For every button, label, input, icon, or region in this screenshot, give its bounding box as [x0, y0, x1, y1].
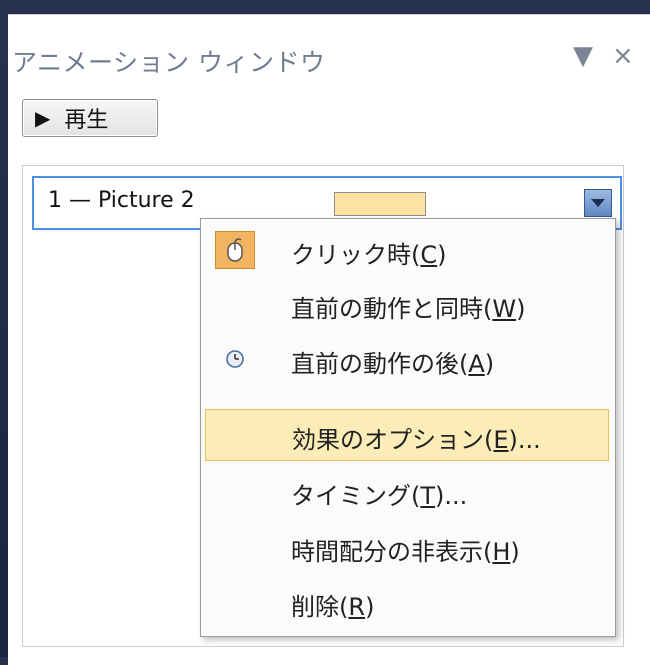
menu-item-label: 効果のオプション(E)...: [292, 426, 541, 454]
chevron-down-icon: [591, 199, 605, 207]
menu-item-remove[interactable]: 削除(R): [201, 576, 613, 628]
menu-item-label: 削除(R): [291, 593, 375, 621]
play-button[interactable]: ▶ 再生: [22, 99, 158, 137]
timing-bar[interactable]: [334, 192, 426, 216]
pane-dropdown-icon[interactable]: ▼: [573, 41, 593, 71]
play-icon: ▶: [35, 106, 51, 130]
menu-item-hide-timeline[interactable]: 時間配分の非表示(H): [201, 521, 613, 573]
menu-item-label: 時間配分の非表示(H): [291, 538, 520, 566]
pane-header: アニメーション ウィンドウ ▼ ×: [8, 15, 650, 85]
context-menu: クリック時(C) 直前の動作と同時(W) 直前の動作の後(A) 効果のオプション…: [200, 218, 616, 637]
close-icon[interactable]: ×: [612, 41, 634, 71]
item-dropdown-button[interactable]: [584, 189, 612, 217]
pane-title: アニメーション ウィンドウ: [12, 48, 326, 77]
menu-item-on-click[interactable]: クリック時(C): [201, 224, 613, 276]
menu-item-label: 直前の動作と同時(W): [291, 295, 526, 323]
menu-item-label: タイミング(T)...: [291, 482, 468, 510]
clock-icon: [226, 350, 244, 368]
play-button-label: 再生: [64, 108, 109, 133]
menu-item-label: 直前の動作の後(A): [291, 350, 495, 378]
menu-item-after-previous[interactable]: 直前の動作の後(A): [201, 333, 613, 385]
menu-item-with-previous[interactable]: 直前の動作と同時(W): [201, 278, 613, 330]
menu-item-timing[interactable]: タイミング(T)...: [201, 465, 613, 517]
menu-item-effect-options[interactable]: 効果のオプション(E)...: [205, 409, 609, 461]
mouse-icon: [215, 231, 255, 269]
animation-item-label: 1 — Picture 2: [48, 188, 195, 213]
menu-item-label: クリック時(C): [291, 241, 447, 269]
